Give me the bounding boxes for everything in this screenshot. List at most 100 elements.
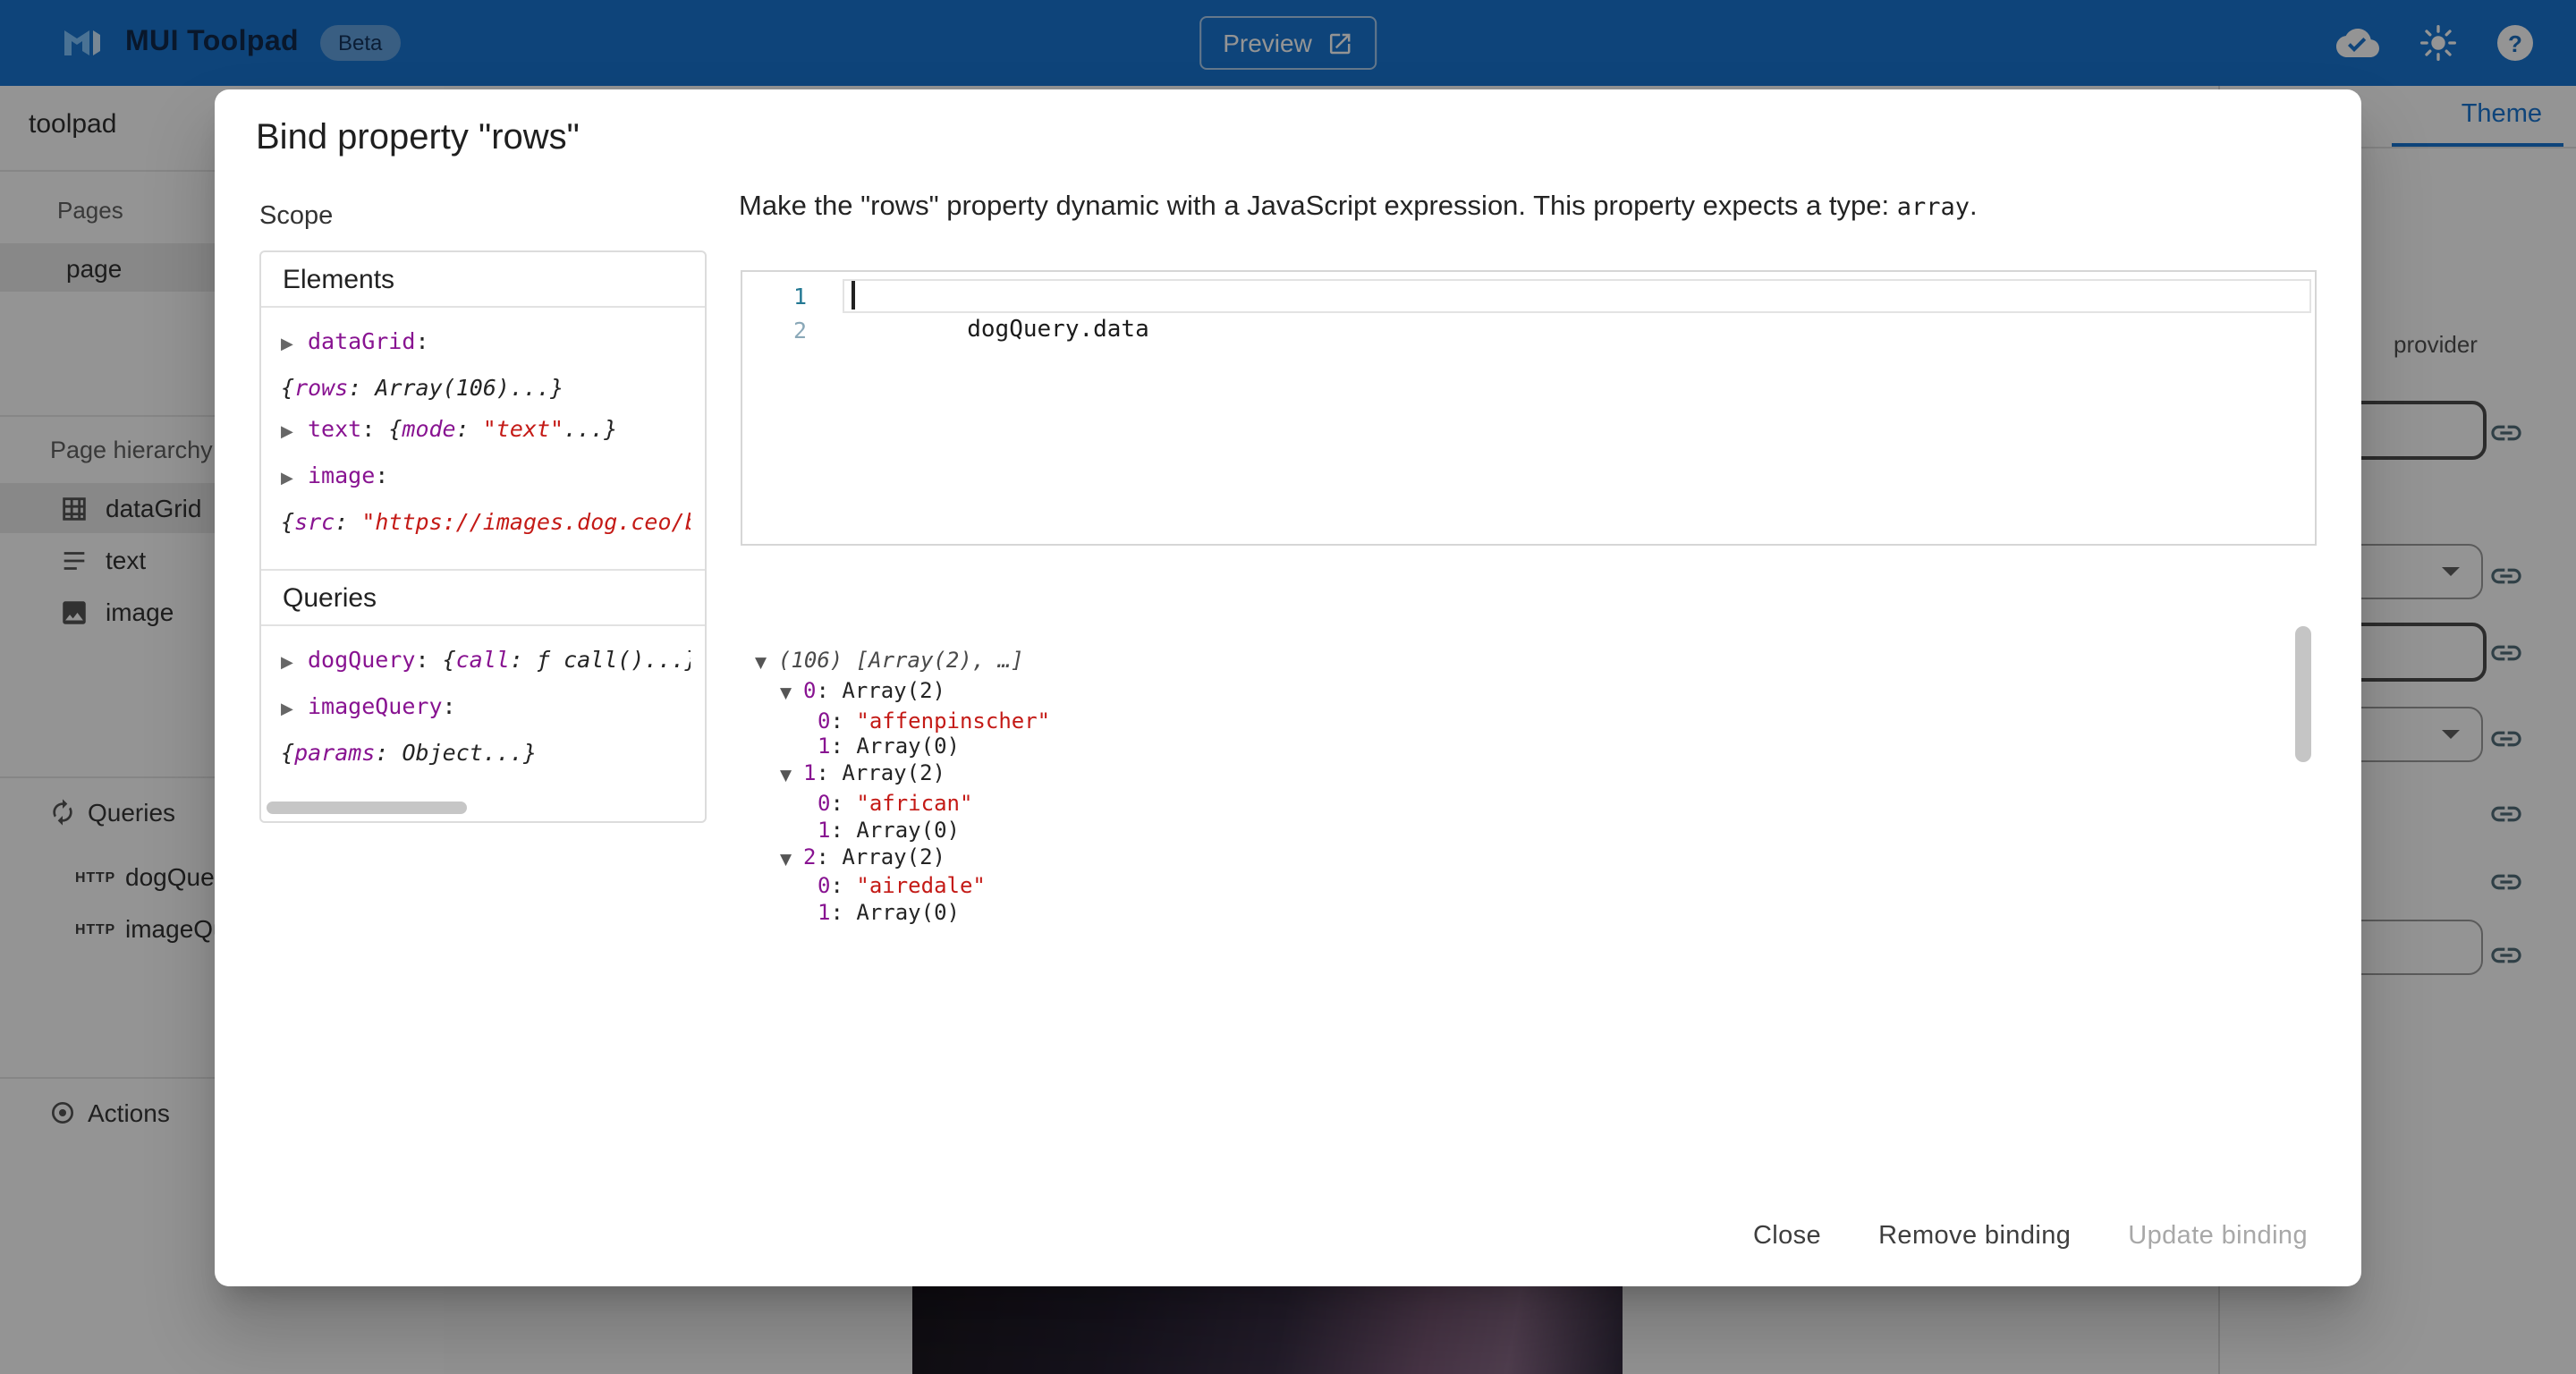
text-segment: : [348,374,375,401]
text-segment: : [830,708,856,733]
text-segment: 0 [803,678,816,703]
dialog-description: Make the "rows" property dynamic with a … [739,188,2313,227]
text-segment: { [281,739,294,766]
tree-row: ▶dogQuery: {call: ƒ call()...} [281,639,691,685]
text-segment: 1 [818,900,830,925]
text-segment: : [415,327,428,354]
tree-row: ▶dataGrid: [281,320,691,367]
expand-toggle-icon[interactable]: ▼ [780,764,803,791]
expand-toggle-icon[interactable]: ▶ [281,644,308,685]
tree-row: ▼0: Array(2) [741,678,2290,708]
bind-property-dialog: Bind property "rows" Scope Elements ▶dat… [215,89,2361,1286]
text-segment: ...} [483,739,537,766]
horizontal-scrollbar[interactable] [267,802,467,814]
scope-panel: Elements ▶dataGrid: {rows: Array(106)...… [259,250,707,823]
vertical-scrollbar[interactable] [2295,626,2311,762]
text-segment: call [456,646,510,673]
text-segment: { [443,646,456,673]
text-segment: . [1970,191,1978,222]
text-segment: : [335,508,361,535]
elements-tree: ▶dataGrid: {rows: Array(106)...}▶text: {… [261,308,705,569]
dialog-title: Bind property "rows" [256,118,580,159]
text-segment: 1 [818,734,830,759]
text-segment: : Array(0) [830,734,960,759]
line-number: 1 [742,279,807,313]
text-segment: ...} [644,646,691,673]
text-segment: (106) [Array(2), …] [778,648,1024,673]
tree-row: ▼1: Array(2) [741,760,2290,791]
expand-toggle-icon[interactable]: ▶ [281,413,308,454]
tree-row: 1: Array(0) [741,734,2290,761]
text-segment: Make the "rows" property dynamic with a … [739,191,1897,222]
text-segment: "text" [483,415,564,442]
text-segment: : Array(2) [816,678,945,703]
text-segment: Array(106) [375,374,510,401]
close-button[interactable]: Close [1732,1208,1843,1265]
text-segment: ...} [564,415,617,442]
queries-tree: ▶dogQuery: {call: ƒ call()...}▶imageQuer… [261,626,705,800]
text-segment: : [510,646,537,673]
expand-toggle-icon[interactable]: ▶ [281,460,308,501]
text-segment: "affenpinscher" [856,708,1050,733]
expand-toggle-icon[interactable]: ▼ [755,651,778,678]
text-segment: 0 [818,874,830,899]
text-segment: array [1897,193,1970,222]
tree-row: 0: "airedale" [741,874,2290,901]
tree-row: ▶imageQuery: [281,685,691,732]
tree-row: {params: Object...} [281,732,691,773]
expand-toggle-icon[interactable]: ▼ [780,847,803,874]
expand-toggle-icon[interactable]: ▶ [281,326,308,367]
editor-code-line: dogQuery.data [855,279,1149,381]
text-segment: : Array(2) [816,760,945,785]
text-segment: ...} [510,374,564,401]
app-root: MUI Toolpad Beta Preview [0,0,2576,1374]
text-segment: : [456,415,483,442]
text-segment: Object [402,739,483,766]
text-segment: dogQuery [308,646,415,673]
text-segment: : [375,462,388,488]
line-number: 2 [742,313,807,347]
text-cursor [852,281,854,310]
text-segment: { [281,374,294,401]
text-segment: 0 [818,708,830,733]
text-segment: ƒ call() [537,646,644,673]
editor-gutter: 12 [742,279,825,347]
text-segment: { [281,508,294,535]
text-segment: text [308,415,361,442]
tree-row: ▼(106) [Array(2), …] [741,648,2290,678]
text-segment: 0 [818,791,830,816]
text-segment: dataGrid [308,327,415,354]
scope-label: Scope [259,202,333,231]
text-segment: mode [402,415,455,442]
text-segment: src [294,508,335,535]
tree-row: {rows: Array(106)...} [281,367,691,408]
text-segment: 1 [818,818,830,843]
text-segment: : Array(0) [830,818,960,843]
text-segment: 1 [803,760,816,785]
editor-code-text: dogQuery.data [967,317,1149,344]
text-segment: { [388,415,402,442]
tree-row: ▶image: [281,454,691,501]
text-segment: : [830,791,856,816]
tree-row: ▼2: Array(2) [741,844,2290,874]
text-segment: imageQuery [308,692,443,719]
expand-toggle-icon[interactable]: ▶ [281,691,308,732]
dialog-footer: Close Remove binding Update binding [1732,1208,2329,1265]
text-segment: params [294,739,375,766]
text-segment: : Array(0) [830,900,960,925]
evaluation-preview-tree: ▼(106) [Array(2), …]▼0: Array(2)0: "affe… [741,642,2290,925]
text-segment: "https://images.dog.ceo/bre [361,508,691,535]
text-segment: : [361,415,388,442]
tree-row: 1: Array(0) [741,900,2290,925]
text-segment: rows [294,374,348,401]
text-segment: 2 [803,844,816,869]
remove-binding-button[interactable]: Remove binding [1857,1208,2092,1265]
text-segment: : [830,874,856,899]
expand-toggle-icon[interactable]: ▼ [780,682,803,708]
text-segment: "african" [856,791,972,816]
update-binding-button[interactable]: Update binding [2106,1208,2329,1265]
tree-row: {src: "https://images.dog.ceo/bre [281,501,691,542]
tree-row: 1: Array(0) [741,818,2290,844]
text-segment: : [375,739,402,766]
code-editor[interactable]: 12 dogQuery.data [741,270,2317,546]
